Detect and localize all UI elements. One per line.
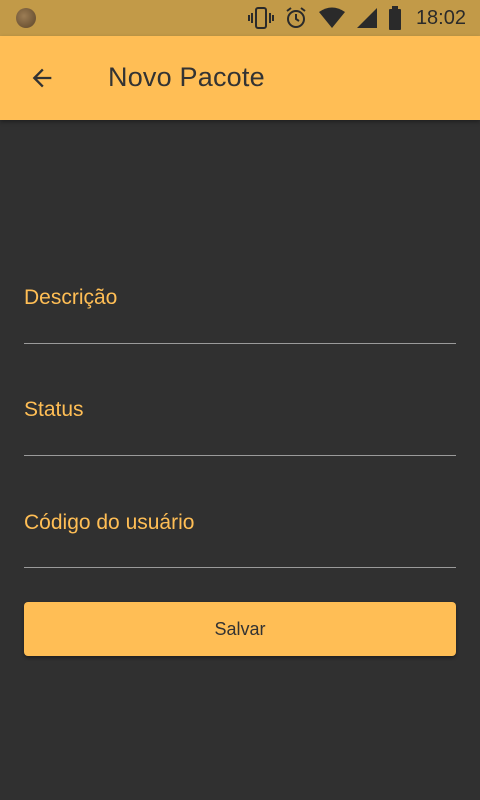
status-bar: 18:02 (0, 0, 480, 36)
user-code-underline (24, 567, 456, 568)
status-label: Status (24, 398, 84, 421)
app-bar: Novo Pacote (0, 36, 480, 120)
status-time: 18:02 (415, 6, 466, 29)
description-underline (24, 343, 456, 344)
user-code-label: Código do usuário (24, 511, 195, 534)
user-code-field[interactable]: Código do usuário (24, 511, 456, 569)
back-button[interactable] (20, 56, 64, 100)
page-title: Novo Pacote (108, 62, 265, 92)
notification-icon (16, 8, 36, 28)
signal-icon (356, 7, 378, 29)
wifi-icon (318, 7, 346, 29)
status-field[interactable]: Status (24, 398, 456, 456)
battery-icon (388, 6, 402, 30)
save-button[interactable]: Salvar (24, 602, 456, 656)
status-icons: 18:02 (247, 4, 466, 32)
arrow-left-icon (32, 68, 52, 88)
alarm-icon (284, 6, 308, 30)
description-label: Descrição (24, 286, 118, 309)
vibrate-icon (247, 6, 274, 30)
description-field[interactable]: Descrição (24, 286, 456, 344)
status-underline (24, 455, 456, 456)
